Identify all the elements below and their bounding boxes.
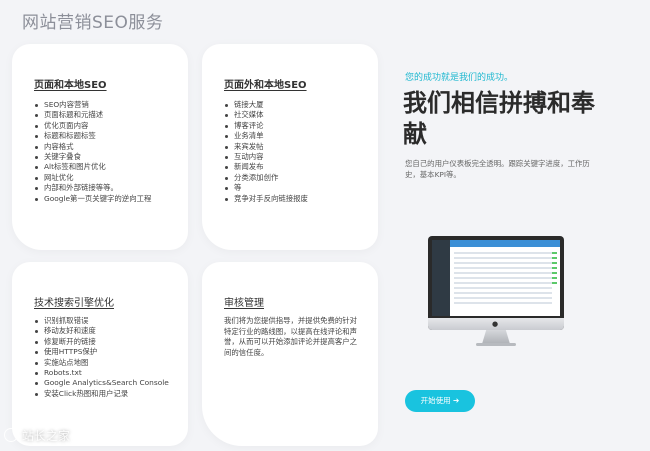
list-item: 博客评论 bbox=[224, 121, 308, 131]
list-item: 社交媒体 bbox=[224, 110, 308, 120]
dashboard-row bbox=[454, 302, 552, 304]
list-item: 内容格式 bbox=[34, 142, 151, 152]
list-item: SEO内容营销 bbox=[34, 100, 151, 110]
card-title: 页面和本地SEO bbox=[34, 80, 107, 91]
watermark-logo-icon bbox=[4, 428, 18, 442]
hero-tagline: 您的成功就是我们的成功。 bbox=[405, 73, 514, 83]
card-title: 审核管理 bbox=[224, 298, 264, 309]
card-description: 我们将为您提供指导，并提供免费的针对特定行业的路线图，以提高在线评论和声誉，从而… bbox=[224, 316, 358, 357]
list-item: 分类添加创作 bbox=[224, 173, 308, 183]
list-item: 修复断开的链接 bbox=[34, 337, 169, 347]
hero-description: 您自己的用户仪表板完全透明。跟踪关键字进度，工作历史，基本KPI等。 bbox=[405, 159, 590, 179]
list-item: 关键字叠食 bbox=[34, 152, 151, 162]
list-item: 内部和外部链接等等。 bbox=[34, 183, 151, 193]
feature-list: 链接大厦 社交媒体 博客评论 业务清单 来宾发帖 互动内容 新闻发布 分类添加创… bbox=[224, 100, 308, 204]
status-badge bbox=[552, 257, 557, 259]
dashboard-row bbox=[454, 267, 552, 269]
imac-stand bbox=[482, 330, 510, 344]
dashboard-imac-image: ● bbox=[428, 236, 564, 348]
list-item: 标题和标题标签 bbox=[34, 131, 151, 141]
list-item: 使用HTTPS保护 bbox=[34, 347, 169, 357]
list-item: 互动内容 bbox=[224, 152, 308, 162]
list-item: 优化页面内容 bbox=[34, 121, 151, 131]
dashboard-row bbox=[454, 252, 552, 254]
dashboard-row bbox=[454, 272, 552, 274]
list-item: 页面标题和元描述 bbox=[34, 110, 151, 120]
card-title: 技术搜索引擎优化 bbox=[34, 298, 114, 309]
list-item: Google第一页关键字的逆向工程 bbox=[34, 194, 151, 204]
dashboard-row bbox=[454, 297, 552, 299]
apple-logo-icon: ● bbox=[491, 320, 499, 328]
list-item: Google Analytics&Search Console bbox=[34, 378, 169, 388]
watermark-text: 站长之家 bbox=[22, 429, 71, 443]
dashboard-sidebar bbox=[432, 240, 450, 316]
list-item: 网址优化 bbox=[34, 173, 151, 183]
dashboard-row bbox=[454, 287, 552, 289]
list-item: 竞争对手反向链接报废 bbox=[224, 194, 308, 204]
feature-list: 识别抓取错误 移动友好和速度 修复断开的链接 使用HTTPS保护 实施站点地图 … bbox=[34, 316, 169, 399]
dashboard-row bbox=[454, 262, 552, 264]
page-title: 网站营销SEO服务 bbox=[22, 13, 164, 33]
list-item: 实施站点地图 bbox=[34, 358, 169, 368]
get-started-button[interactable]: 开始使用 ➔ bbox=[405, 390, 475, 412]
status-badge bbox=[552, 262, 557, 264]
list-item: 来宾发帖 bbox=[224, 142, 308, 152]
list-item: Robots.txt bbox=[34, 368, 169, 378]
list-item: 识别抓取错误 bbox=[34, 316, 169, 326]
list-item: 新闻发布 bbox=[224, 162, 308, 172]
dashboard-row bbox=[454, 292, 552, 294]
card-audit-management: 审核管理 我们将为您提供指导，并提供免费的针对特定行业的路线图，以提高在线评论和… bbox=[202, 262, 378, 446]
card-title: 页面外和本地SEO bbox=[224, 80, 307, 91]
card-onpage-seo: 页面和本地SEO SEO内容营销 页面标题和元描述 优化页面内容 标题和标题标签… bbox=[12, 44, 188, 250]
card-offpage-seo: 页面外和本地SEO 链接大厦 社交媒体 博客评论 业务清单 来宾发帖 互动内容 … bbox=[202, 44, 378, 250]
list-item: 安装Click热图和用户记录 bbox=[34, 389, 169, 399]
dashboard-row bbox=[454, 277, 552, 279]
imac-base bbox=[476, 343, 516, 346]
dashboard-row bbox=[454, 257, 552, 259]
list-item: Alt标签和图片优化 bbox=[34, 162, 151, 172]
list-item: 移动友好和速度 bbox=[34, 326, 169, 336]
dashboard-topbar bbox=[450, 240, 560, 247]
status-badge bbox=[552, 277, 557, 279]
list-item: 等 bbox=[224, 183, 308, 193]
list-item: 链接大厦 bbox=[224, 100, 308, 110]
list-item: 业务清单 bbox=[224, 131, 308, 141]
status-badge bbox=[552, 252, 557, 254]
dashboard-row bbox=[454, 282, 552, 284]
imac-screen bbox=[432, 240, 560, 316]
status-badge bbox=[552, 267, 557, 269]
feature-list: SEO内容营销 页面标题和元描述 优化页面内容 标题和标题标签 内容格式 关键字… bbox=[34, 100, 151, 204]
status-badge bbox=[552, 282, 557, 284]
card-technical-seo: 技术搜索引擎优化 识别抓取错误 移动友好和速度 修复断开的链接 使用HTTPS保… bbox=[12, 262, 188, 446]
watermark: 站长之家 bbox=[4, 427, 70, 444]
hero-headline: 我们相信拼搏和奉献 bbox=[403, 89, 595, 148]
status-badge bbox=[552, 272, 557, 274]
